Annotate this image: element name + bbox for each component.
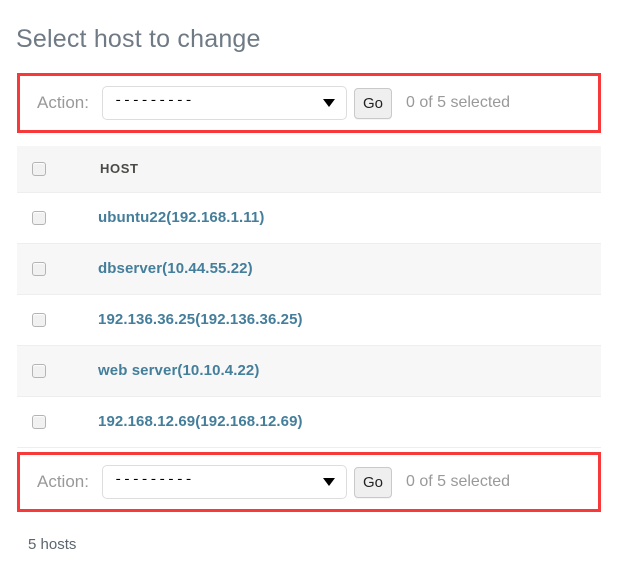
row-select-cell — [17, 396, 77, 448]
action-label-top: Action: — [37, 93, 89, 112]
table-row: 192.168.12.69(192.168.12.69) — [17, 396, 601, 448]
row-host-cell: dbserver(10.44.55.22) — [77, 243, 601, 295]
host-link[interactable]: dbserver(10.44.55.22) — [77, 260, 253, 277]
results-table: HOST ubuntu22(192.168.1.11) dbserver(10.… — [17, 146, 601, 448]
row-host-cell: web server(10.10.4.22) — [77, 345, 601, 397]
row-select-cell — [17, 345, 77, 397]
row-host-cell: 192.136.36.25(192.136.36.25) — [77, 294, 601, 346]
table-row: 192.136.36.25(192.136.36.25) — [17, 294, 601, 346]
action-bar-bottom: Action: --------- Go 0 of 5 selected — [20, 455, 598, 509]
row-checkbox[interactable] — [32, 261, 46, 276]
table-header-row: HOST — [17, 146, 601, 193]
table-row: web server(10.10.4.22) — [17, 345, 601, 397]
host-link[interactable]: 192.168.12.69(192.168.12.69) — [77, 413, 303, 430]
action-bar-top: Action: --------- Go 0 of 5 selected — [20, 76, 598, 130]
table-row: ubuntu22(192.168.1.11) — [17, 192, 601, 244]
row-checkbox[interactable] — [32, 312, 46, 327]
result-count: 5 hosts — [28, 536, 77, 553]
row-checkbox[interactable] — [32, 363, 46, 378]
selected-count-top: 0 of 5 selected — [405, 94, 511, 111]
row-host-cell: 192.168.12.69(192.168.12.69) — [77, 396, 601, 448]
chevron-down-icon — [322, 99, 335, 107]
row-checkbox[interactable] — [32, 210, 46, 225]
page-title: Select host to change — [16, 24, 261, 53]
column-header-host[interactable]: HOST — [77, 146, 601, 193]
table-row: dbserver(10.44.55.22) — [17, 243, 601, 295]
select-all-checkbox[interactable] — [32, 161, 46, 176]
action-select-value-top: --------- — [113, 94, 194, 108]
host-link[interactable]: ubuntu22(192.168.1.11) — [77, 209, 264, 226]
action-select-value-bottom: --------- — [113, 473, 194, 487]
action-label-bottom: Action: — [37, 472, 89, 491]
row-host-cell: ubuntu22(192.168.1.11) — [77, 192, 601, 244]
select-all-header-cell — [17, 146, 77, 193]
column-header-host-label: HOST — [100, 161, 139, 176]
row-select-cell — [17, 243, 77, 295]
host-link[interactable]: web server(10.10.4.22) — [77, 362, 259, 379]
admin-changelist-page: Select host to change Action: --------- … — [0, 0, 622, 574]
host-link[interactable]: 192.136.36.25(192.136.36.25) — [77, 311, 303, 328]
row-select-cell — [17, 294, 77, 346]
row-select-cell — [17, 192, 77, 244]
action-select-top[interactable]: --------- — [101, 86, 347, 120]
action-select-bottom[interactable]: --------- — [101, 465, 347, 499]
selected-count-bottom: 0 of 5 selected — [405, 473, 511, 490]
row-checkbox[interactable] — [32, 414, 46, 429]
go-button-top[interactable]: Go — [353, 87, 392, 119]
go-button-bottom[interactable]: Go — [353, 466, 392, 498]
chevron-down-icon — [322, 478, 335, 486]
